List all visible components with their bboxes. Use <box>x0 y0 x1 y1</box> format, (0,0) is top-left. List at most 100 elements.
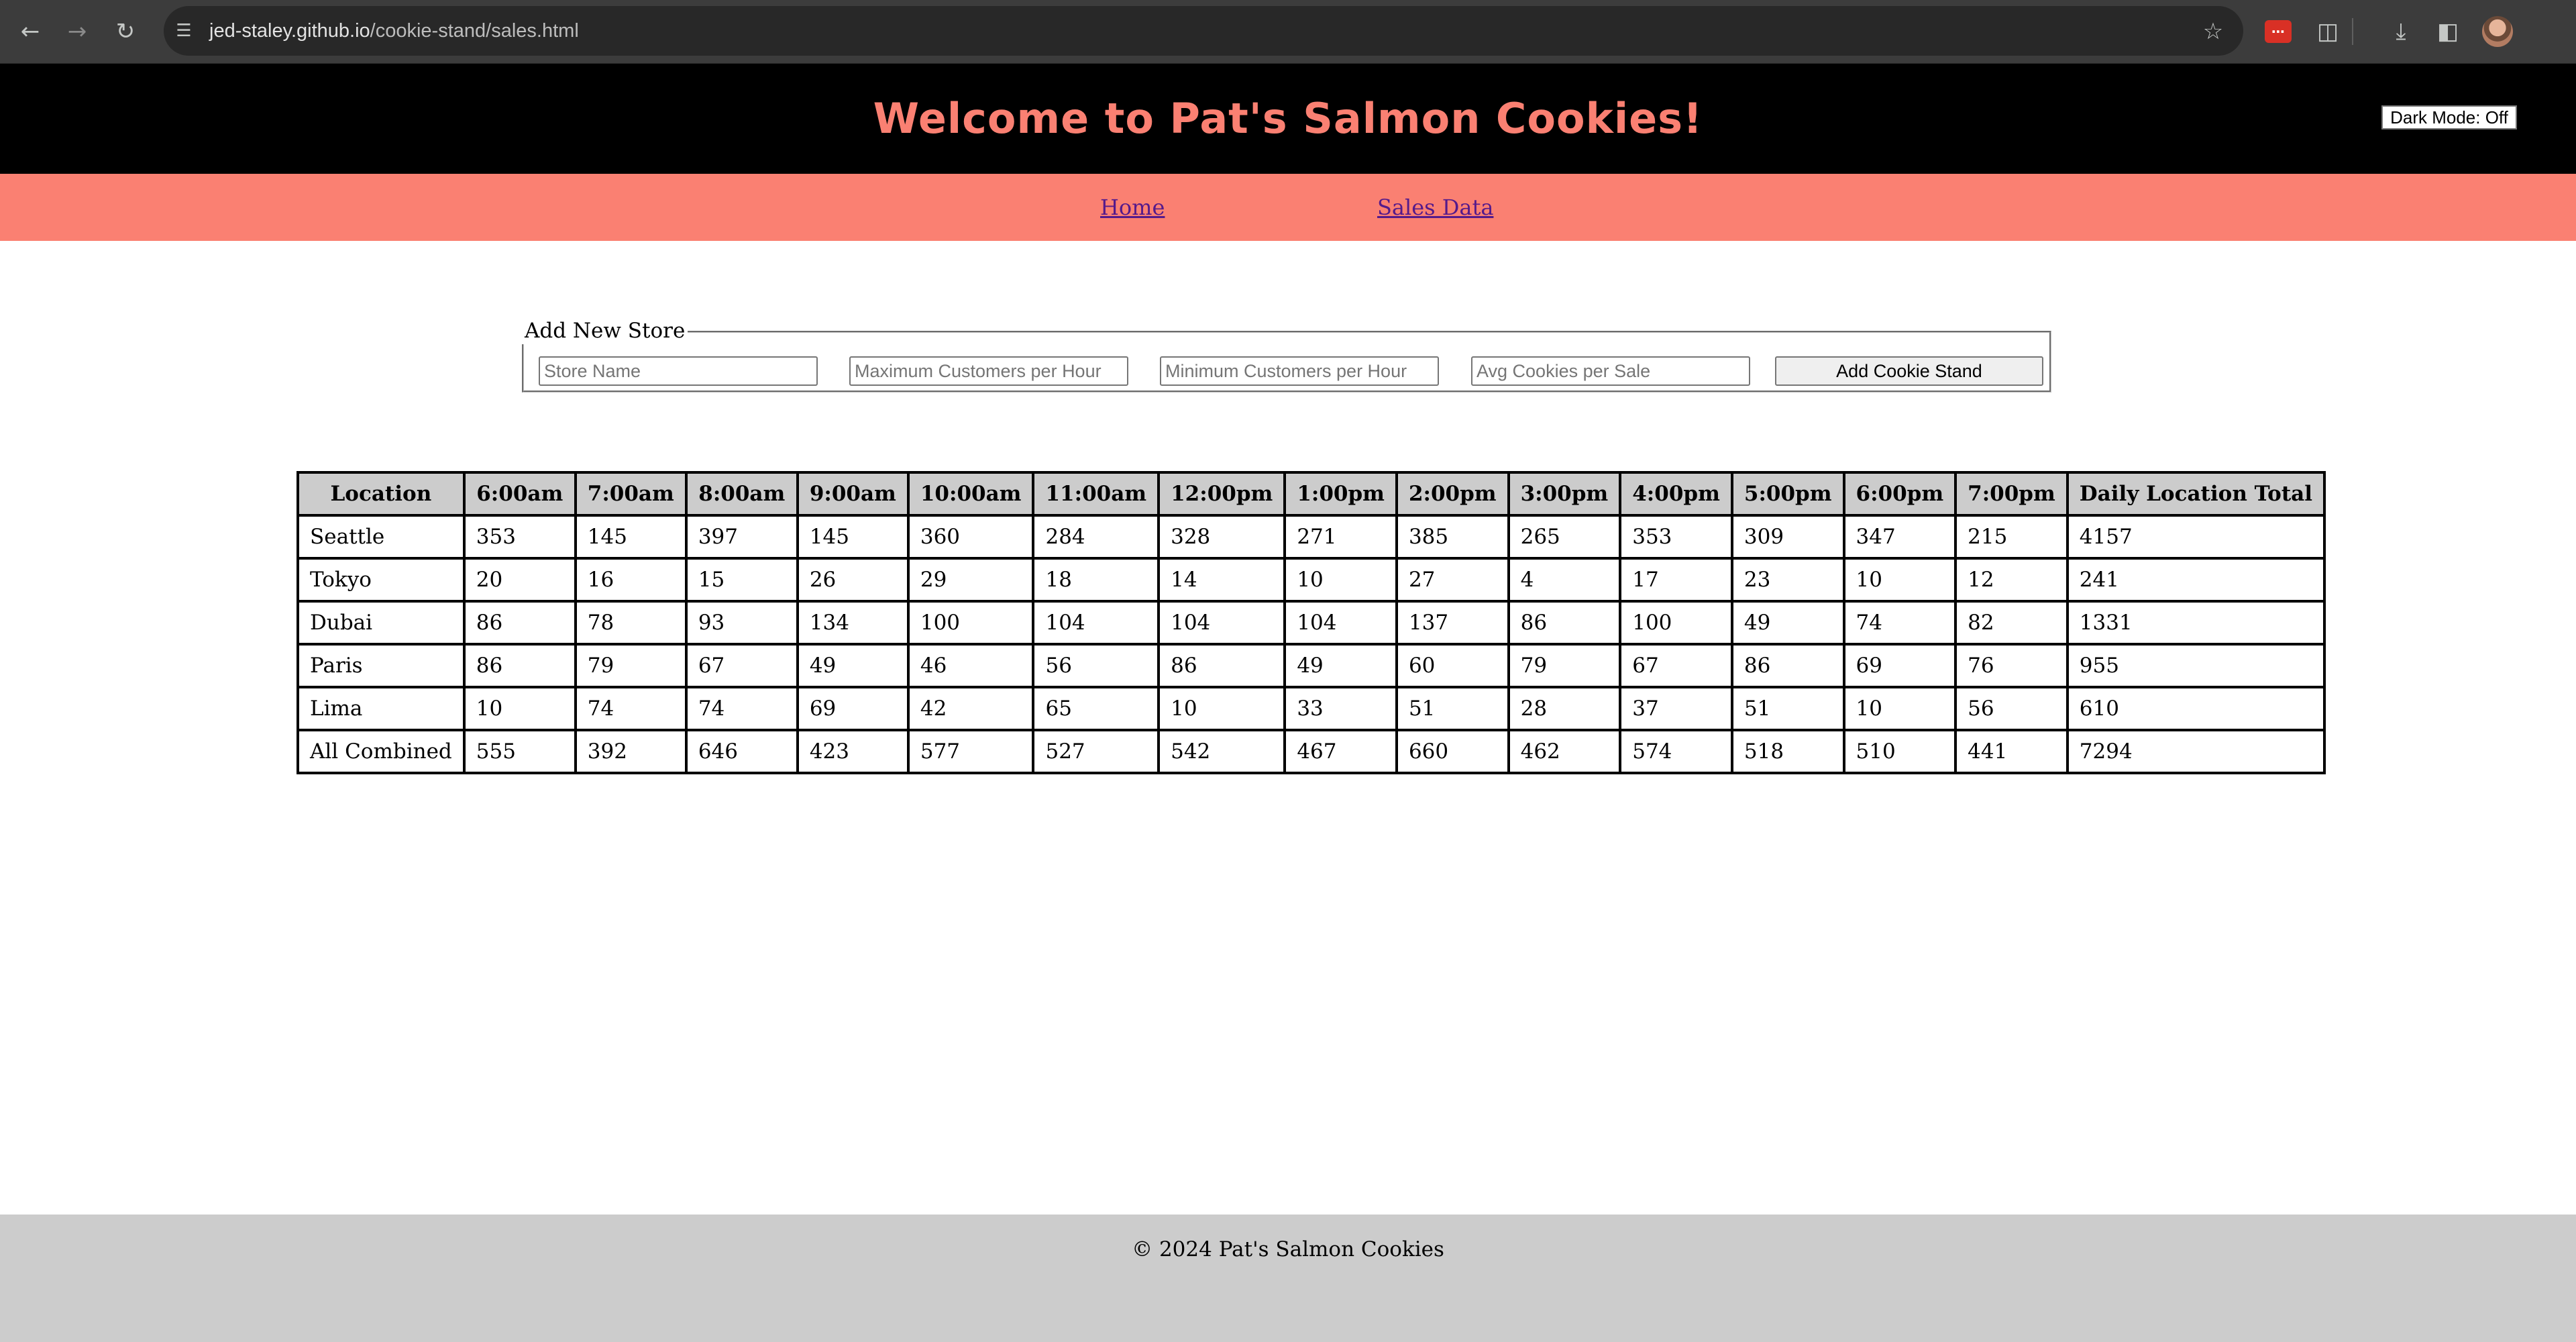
form-legend: Add New Store <box>522 317 688 344</box>
sales-cell: 76 <box>1954 643 2069 688</box>
sales-cell: 29 <box>906 557 1035 603</box>
side-panel-icon[interactable]: ◧ <box>2432 16 2463 47</box>
sales-cell: 4157 <box>2065 514 2326 560</box>
sales-cell: 1331 <box>2065 600 2326 646</box>
location-cell: Tokyo <box>297 557 466 603</box>
sales-cell: 10 <box>462 686 577 731</box>
nav-link-home[interactable]: Home <box>1100 174 1165 241</box>
sales-cell: 15 <box>684 557 799 603</box>
sales-cell: 65 <box>1032 686 1161 731</box>
sales-cell: 518 <box>1730 729 1845 774</box>
sales-cell: 86 <box>1507 600 1622 646</box>
sales-cell: 4 <box>1507 557 1622 603</box>
sales-cell: 46 <box>906 643 1035 688</box>
forward-arrow-icon[interactable]: → <box>60 15 94 48</box>
extension-red-icon[interactable]: ⋯ <box>2265 20 2292 43</box>
sales-cell: 67 <box>1619 643 1733 688</box>
site-footer: © 2024 Pat's Salmon Cookies <box>0 1215 2576 1342</box>
column-header: 4:00pm <box>1619 471 1733 517</box>
sales-cell: 27 <box>1395 557 1510 603</box>
sales-cell: 646 <box>684 729 799 774</box>
main-nav: Home Sales Data <box>0 174 2576 241</box>
column-header: 12:00pm <box>1157 471 1287 517</box>
sales-cell: 241 <box>2065 557 2326 603</box>
toolbar-divider <box>2352 18 2353 45</box>
sales-cell: 33 <box>1283 686 1398 731</box>
table-header-row: Location 6:00am 7:00am 8:00am 9:00am 10:… <box>297 471 2326 517</box>
sales-cell: 60 <box>1395 643 1510 688</box>
min-customers-input[interactable] <box>1160 356 1439 386</box>
column-header: 9:00am <box>796 471 910 517</box>
sales-cell: 93 <box>684 600 799 646</box>
column-header: 5:00pm <box>1730 471 1845 517</box>
column-header: 10:00am <box>906 471 1035 517</box>
download-icon[interactable]: ⤓ <box>2385 16 2416 47</box>
avg-cookies-input[interactable] <box>1471 356 1750 386</box>
column-header: 1:00pm <box>1283 471 1398 517</box>
sales-cell: 660 <box>1395 729 1510 774</box>
column-header: 3:00pm <box>1507 471 1622 517</box>
sales-cell: 100 <box>1619 600 1733 646</box>
url-host: jed-staley.github.io <box>209 20 370 42</box>
sales-cell: 10 <box>1157 686 1287 731</box>
location-cell: Paris <box>297 643 466 688</box>
sales-cell: 104 <box>1157 600 1287 646</box>
reload-icon[interactable]: ↻ <box>109 15 142 48</box>
table-row: Dubai 86 78 93 134 100 104 104 104 137 86 100 49 74 82… <box>297 600 2326 646</box>
location-cell: Lima <box>297 686 466 731</box>
add-cookie-stand-button[interactable]: Add Cookie Stand <box>1775 356 2043 386</box>
url-text[interactable]: jed-staley.github.io/cookie-stand/sales.… <box>209 17 579 44</box>
sales-cell: 542 <box>1157 729 1287 774</box>
sales-cell: 347 <box>1842 514 1957 560</box>
sales-cell: 392 <box>574 729 688 774</box>
star-icon[interactable]: ☆ <box>2198 16 2229 47</box>
sales-cell: 14 <box>1157 557 1287 603</box>
sales-cell: 145 <box>796 514 910 560</box>
column-header: 7:00pm <box>1954 471 2069 517</box>
sales-cell: 37 <box>1619 686 1733 731</box>
sales-cell: 17 <box>1619 557 1733 603</box>
sales-cell: 86 <box>1157 643 1287 688</box>
sales-cell: 78 <box>574 600 688 646</box>
sales-cell: 271 <box>1283 514 1398 560</box>
sales-cell: 577 <box>906 729 1035 774</box>
sales-cell: 955 <box>2065 643 2326 688</box>
sales-cell: 284 <box>1032 514 1161 560</box>
sales-cell: 74 <box>684 686 799 731</box>
location-cell: All Combined <box>297 729 466 774</box>
table-row: Lima 10 74 74 69 42 65 10 33 51 28 37 51 10 56 610 <box>297 686 2326 731</box>
table-row: Seattle 353 145 397 145 360 284 328 271 385 265 353… <box>297 514 2326 560</box>
sales-table: Location 6:00am 7:00am 8:00am 9:00am 10:… <box>297 471 2326 774</box>
tune-icon[interactable]: ☰ <box>172 19 196 43</box>
column-header: 7:00am <box>574 471 688 517</box>
store-name-input[interactable] <box>539 356 818 386</box>
sales-cell: 10 <box>1842 686 1957 731</box>
column-header: 6:00pm <box>1842 471 1957 517</box>
sales-cell: 215 <box>1954 514 2069 560</box>
sales-cell: 18 <box>1032 557 1161 603</box>
max-customers-input[interactable] <box>849 356 1128 386</box>
sales-cell: 397 <box>684 514 799 560</box>
puzzle-icon[interactable]: ◫ <box>2312 16 2343 47</box>
sales-cell: 462 <box>1507 729 1622 774</box>
column-header: Daily Location Total <box>2065 471 2326 517</box>
sales-cell: 423 <box>796 729 910 774</box>
table-body: Seattle 353 145 397 145 360 284 328 271 385 265 353… <box>297 514 2326 774</box>
avatar[interactable] <box>2482 16 2513 47</box>
sales-cell: 104 <box>1032 600 1161 646</box>
sales-cell: 56 <box>1032 643 1161 688</box>
sales-cell: 79 <box>1507 643 1622 688</box>
nav-link-sales-data[interactable]: Sales Data <box>1377 174 1493 241</box>
sales-cell: 265 <box>1507 514 1622 560</box>
sales-cell: 10 <box>1842 557 1957 603</box>
sales-cell: 67 <box>684 643 799 688</box>
sales-cell: 16 <box>574 557 688 603</box>
sales-cell: 42 <box>906 686 1035 731</box>
sales-cell: 441 <box>1954 729 2069 774</box>
dark-mode-toggle[interactable]: Dark Mode: Off <box>2381 105 2517 130</box>
sales-cell: 353 <box>1619 514 1733 560</box>
browser-toolbar: ← → ↻ ☰ jed-staley.github.io/cookie-stan… <box>0 0 2576 64</box>
back-arrow-icon[interactable]: ← <box>13 15 47 48</box>
sales-cell: 137 <box>1395 600 1510 646</box>
sales-cell: 328 <box>1157 514 1287 560</box>
